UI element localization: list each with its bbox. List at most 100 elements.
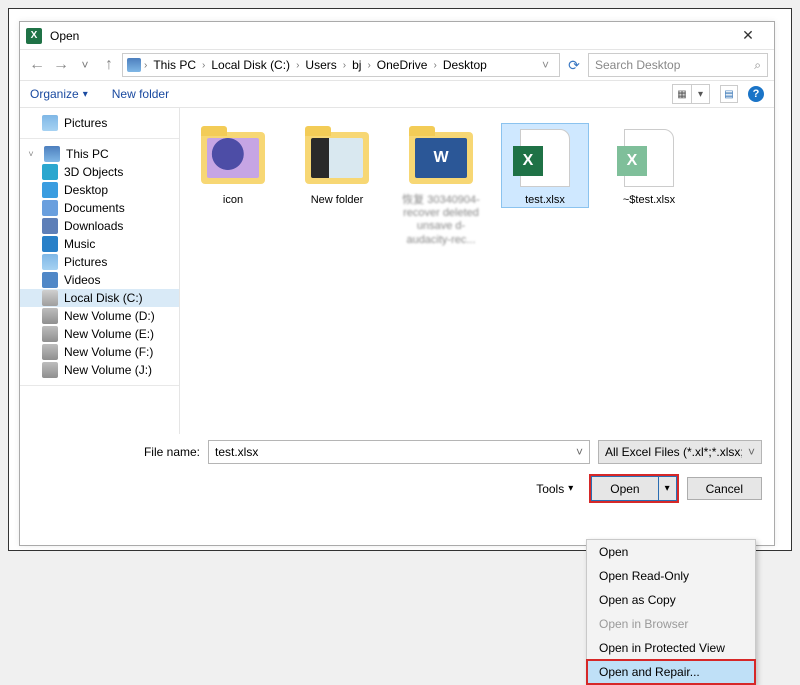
file-item-folder-icon[interactable]: icon bbox=[190, 124, 276, 207]
sidebar-item-vol-e[interactable]: New Volume (E:) bbox=[20, 325, 179, 343]
sidebar: Pictures ˅ This PC 3D Objects Desktop Do… bbox=[20, 108, 180, 434]
sidebar-item-pictures[interactable]: Pictures bbox=[20, 114, 179, 132]
sidebar-item-label: New Volume (D:) bbox=[64, 309, 155, 323]
filename-input[interactable]: ˅ bbox=[208, 440, 590, 464]
preview-pane-button[interactable]: ▤ bbox=[720, 85, 738, 103]
help-button[interactable]: ? bbox=[748, 86, 764, 102]
filename-row: File name: ˅ All Excel Files (*.xl*;*.xl… bbox=[20, 434, 774, 470]
view-large-icon[interactable]: ▦ bbox=[673, 85, 691, 103]
crumb-localdisk[interactable]: Local Disk (C:) bbox=[208, 58, 293, 72]
sidebar-item-label: Local Disk (C:) bbox=[64, 291, 143, 305]
folder-icon bbox=[305, 132, 369, 184]
address-history-icon[interactable]: ˅ bbox=[536, 58, 555, 72]
menu-open-protected-view[interactable]: Open in Protected View bbox=[587, 636, 755, 660]
filename-field[interactable] bbox=[215, 445, 570, 459]
excel-file-icon: X bbox=[624, 129, 674, 187]
menu-open-readonly[interactable]: Open Read-Only bbox=[587, 564, 755, 588]
excel-badge-icon: X bbox=[513, 146, 543, 176]
sidebar-item-thispc[interactable]: ˅ This PC bbox=[20, 145, 179, 163]
chevron-right-icon: › bbox=[295, 60, 300, 71]
filename-history-icon[interactable]: ˅ bbox=[570, 445, 583, 459]
drive-icon bbox=[42, 308, 58, 324]
filetype-filter[interactable]: All Excel Files (*.xl*;*.xlsx;*.xlsm ˅ bbox=[598, 440, 762, 464]
sidebar-item-downloads[interactable]: Downloads bbox=[20, 217, 179, 235]
chevron-right-icon: › bbox=[143, 60, 148, 71]
caret-down-icon: ▾ bbox=[665, 483, 670, 494]
sidebar-item-vol-f[interactable]: New Volume (F:) bbox=[20, 343, 179, 361]
new-folder-button[interactable]: New folder bbox=[112, 87, 169, 101]
folder-icon bbox=[201, 132, 265, 184]
crumb-users[interactable]: Users bbox=[302, 58, 339, 72]
view-dropdown-icon[interactable]: ▾ bbox=[691, 85, 709, 103]
crumb-onedrive[interactable]: OneDrive bbox=[374, 58, 431, 72]
history-dropdown[interactable]: ˅ bbox=[74, 54, 96, 76]
sidebar-item-music[interactable]: Music bbox=[20, 235, 179, 253]
organize-button[interactable]: Organize ▾ bbox=[30, 87, 88, 101]
crumb-bj[interactable]: bj bbox=[349, 58, 364, 72]
pictures-icon bbox=[42, 254, 58, 270]
crumb-desktop[interactable]: Desktop bbox=[440, 58, 490, 72]
sidebar-item-3dobjects[interactable]: 3D Objects bbox=[20, 163, 179, 181]
search-input[interactable]: Search Desktop ⌕ bbox=[588, 53, 768, 77]
open-button[interactable]: Open bbox=[592, 477, 658, 500]
sidebar-item-label: Downloads bbox=[64, 219, 123, 233]
drive-icon bbox=[42, 326, 58, 342]
forward-button[interactable]: → bbox=[50, 54, 72, 76]
sidebar-item-vol-j[interactable]: New Volume (J:) bbox=[20, 361, 179, 379]
sidebar-item-label: Videos bbox=[64, 273, 100, 287]
chevron-right-icon: › bbox=[432, 60, 437, 71]
sidebar-item-label: Pictures bbox=[64, 255, 107, 269]
file-item-test-xlsx[interactable]: X test.xlsx bbox=[502, 124, 588, 207]
button-row: Tools ▾ Open ▾ Cancel Open Open Read- bbox=[20, 470, 774, 511]
folder-icon bbox=[409, 132, 473, 184]
chevron-right-icon: › bbox=[366, 60, 371, 71]
files-pane[interactable]: icon New folder 恢复 30340904-recover dele… bbox=[180, 108, 774, 434]
sidebar-item-label: New Volume (J:) bbox=[64, 363, 152, 377]
videos-icon bbox=[42, 272, 58, 288]
sidebar-item-documents[interactable]: Documents bbox=[20, 199, 179, 217]
tools-button[interactable]: Tools ▾ bbox=[536, 482, 573, 496]
sidebar-item-label: Pictures bbox=[64, 116, 107, 130]
sidebar-item-localdisk[interactable]: Local Disk (C:) bbox=[20, 289, 179, 307]
sidebar-item-label: New Volume (E:) bbox=[64, 327, 154, 341]
menu-open[interactable]: Open bbox=[587, 540, 755, 564]
music-icon bbox=[42, 236, 58, 252]
cancel-button[interactable]: Cancel bbox=[687, 477, 762, 500]
view-toggle[interactable]: ▦ ▾ bbox=[672, 84, 710, 104]
sidebar-item-desktop[interactable]: Desktop bbox=[20, 181, 179, 199]
back-button[interactable]: ← bbox=[26, 54, 48, 76]
filter-text: All Excel Files (*.xl*;*.xlsx;*.xlsm bbox=[605, 445, 742, 459]
crumb-thispc[interactable]: This PC bbox=[150, 58, 199, 72]
caret-down-icon: ▾ bbox=[83, 89, 88, 100]
drive-icon bbox=[42, 362, 58, 378]
file-name: ~$test.xlsx bbox=[606, 194, 692, 207]
file-item-folder-recover[interactable]: 恢复 30340904-recover deleted unsave d-aud… bbox=[398, 124, 484, 247]
close-button[interactable]: ✕ bbox=[728, 27, 768, 44]
search-icon: ⌕ bbox=[754, 58, 761, 73]
file-item-folder-newfolder[interactable]: New folder bbox=[294, 124, 380, 207]
file-item-temptest-xlsx[interactable]: X ~$test.xlsx bbox=[606, 124, 692, 207]
collapse-icon[interactable]: ˅ bbox=[24, 149, 38, 159]
excel-badge-icon: X bbox=[617, 146, 647, 176]
up-button[interactable]: ↑ bbox=[98, 54, 120, 76]
tools-label: Tools bbox=[536, 482, 564, 496]
address-bar-row: ← → ˅ ↑ › This PC › Local Disk (C:) › Us… bbox=[20, 50, 774, 80]
open-dropdown-menu: Open Open Read-Only Open as Copy Open in… bbox=[586, 539, 756, 685]
menu-open-and-repair[interactable]: Open and Repair... bbox=[587, 660, 755, 684]
sidebar-item-videos[interactable]: Videos bbox=[20, 271, 179, 289]
open-dropdown-button[interactable]: ▾ bbox=[659, 477, 676, 500]
sidebar-item-label: Desktop bbox=[64, 183, 108, 197]
caret-down-icon: ˅ bbox=[742, 445, 755, 459]
refresh-button[interactable]: ⟳ bbox=[562, 57, 586, 74]
search-placeholder: Search Desktop bbox=[595, 58, 748, 72]
excel-icon: X bbox=[26, 28, 42, 44]
chevron-right-icon: › bbox=[342, 60, 347, 71]
menu-open-as-copy[interactable]: Open as Copy bbox=[587, 588, 755, 612]
sidebar-item-pictures[interactable]: Pictures bbox=[20, 253, 179, 271]
breadcrumb[interactable]: › This PC › Local Disk (C:) › Users › bj… bbox=[122, 53, 560, 77]
file-name: 恢复 30340904-recover deleted unsave d-aud… bbox=[398, 194, 484, 247]
downloads-icon bbox=[42, 218, 58, 234]
sidebar-item-label: This PC bbox=[66, 147, 109, 161]
sidebar-item-vol-d[interactable]: New Volume (D:) bbox=[20, 307, 179, 325]
titlebar: X Open ✕ bbox=[20, 22, 774, 50]
